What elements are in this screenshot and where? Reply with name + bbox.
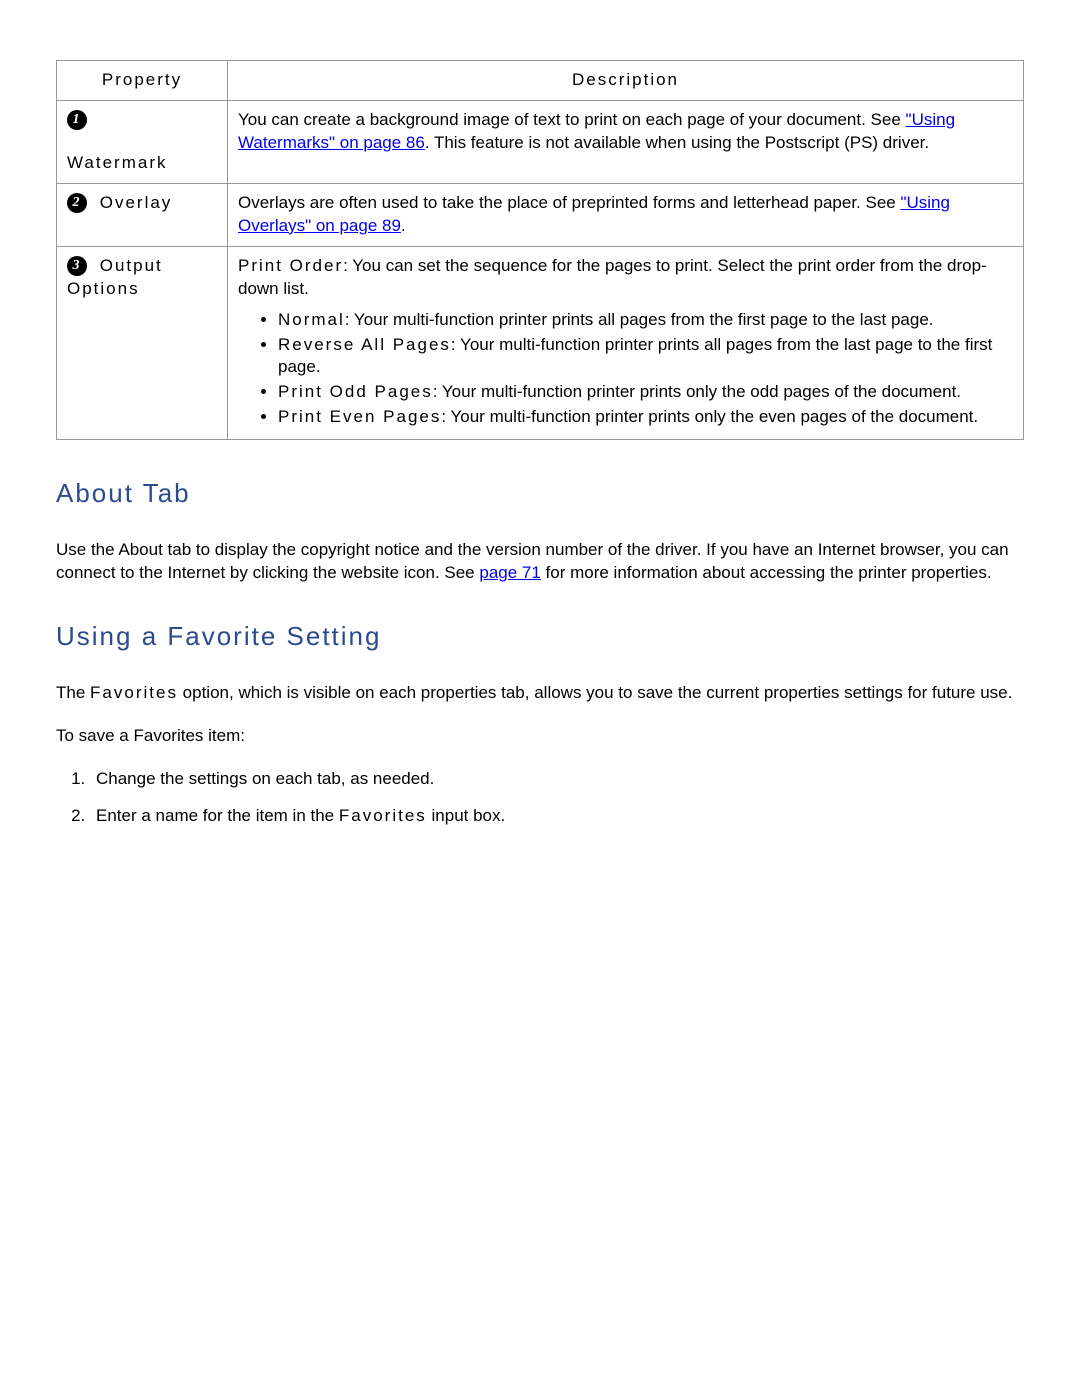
table-row: 1 Watermark You can create a background … bbox=[57, 100, 1024, 183]
col-property: Property bbox=[57, 61, 228, 101]
property-label: Overlay bbox=[100, 193, 173, 212]
number-badge-icon: 2 bbox=[67, 193, 87, 213]
about-tab-heading: About Tab bbox=[56, 476, 1024, 511]
number-badge-icon: 3 bbox=[67, 256, 87, 276]
print-order-label: Print Order bbox=[238, 256, 343, 275]
about-tab-paragraph: Use the About tab to display the copyrig… bbox=[56, 539, 1024, 585]
list-item: Normal: Your multi-function printer prin… bbox=[278, 309, 1013, 332]
property-description: Overlays are often used to take the plac… bbox=[228, 183, 1024, 246]
number-badge-icon: 1 bbox=[67, 110, 87, 130]
table-row: 3 Output Options Print Order: You can se… bbox=[57, 246, 1024, 440]
list-item: Enter a name for the item in the Favorit… bbox=[90, 805, 1024, 828]
list-item: Print Odd Pages: Your multi-function pri… bbox=[278, 381, 1013, 404]
page-71-link[interactable]: page 71 bbox=[479, 563, 540, 582]
print-order-list: Normal: Your multi-function printer prin… bbox=[238, 309, 1013, 430]
col-description: Description bbox=[228, 61, 1024, 101]
table-row: 2 Overlay Overlays are often used to tak… bbox=[57, 183, 1024, 246]
properties-table: Property Description 1 Watermark You can… bbox=[56, 60, 1024, 440]
favorite-heading: Using a Favorite Setting bbox=[56, 619, 1024, 654]
property-label: Watermark bbox=[67, 152, 217, 175]
list-item: Change the settings on each tab, as need… bbox=[90, 768, 1024, 791]
favorite-paragraph-1: The Favorites option, which is visible o… bbox=[56, 682, 1024, 705]
property-description: You can create a background image of tex… bbox=[228, 100, 1024, 183]
list-item: Print Even Pages: Your multi-function pr… bbox=[278, 406, 1013, 429]
list-item: Reverse All Pages: Your multi-function p… bbox=[278, 334, 1013, 380]
favorite-steps: Change the settings on each tab, as need… bbox=[56, 768, 1024, 828]
favorite-paragraph-2: To save a Favorites item: bbox=[56, 725, 1024, 748]
property-description: Print Order: You can set the sequence fo… bbox=[228, 246, 1024, 440]
